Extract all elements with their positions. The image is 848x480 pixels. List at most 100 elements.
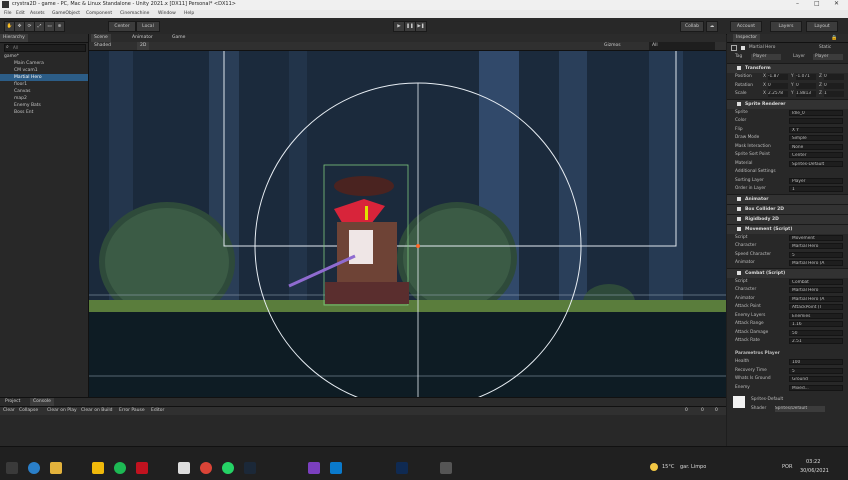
sorting-layer-field[interactable]: Player xyxy=(789,177,843,184)
sprite-renderer-field[interactable]: Center xyxy=(789,152,843,158)
object-name-field[interactable]: Martial Hero xyxy=(749,44,811,52)
tab-project[interactable]: Project xyxy=(2,398,23,406)
tag-dropdown[interactable]: Player xyxy=(751,54,781,60)
collab-button[interactable]: Collab xyxy=(680,21,704,32)
hierarchy-item[interactable]: Boss Ent xyxy=(0,109,88,116)
combat-field[interactable]: 1.16 xyxy=(789,321,843,327)
combat-field[interactable]: 2.51 xyxy=(789,338,843,344)
windows-start-icon[interactable] xyxy=(6,462,18,474)
component-3-header[interactable]: Movement (Script) xyxy=(727,223,848,234)
component-enable-checkbox[interactable] xyxy=(737,206,741,211)
clear-on-play-button[interactable]: Clear on Play xyxy=(44,407,80,415)
component-enable-checkbox[interactable] xyxy=(737,270,741,275)
layers-dropdown[interactable]: Layers xyxy=(770,21,802,32)
collapse-button[interactable]: Collapse xyxy=(16,407,41,415)
menu-component[interactable]: Component xyxy=(86,11,112,16)
tab-hierarchy[interactable]: Hierarchy xyxy=(0,34,28,42)
maximize-button[interactable]: □ xyxy=(814,0,820,7)
store-icon[interactable] xyxy=(178,462,190,474)
layer-dropdown[interactable]: Player xyxy=(813,54,843,60)
hierarchy-item[interactable]: game* xyxy=(0,53,88,60)
menu-gameobject[interactable]: GameObject xyxy=(52,11,80,16)
error-count[interactable]: 0 xyxy=(712,407,721,415)
material-header[interactable]: Sprites-Default xyxy=(727,396,848,408)
transform-x-field[interactable]: -1.87 xyxy=(768,74,788,80)
sprite-renderer-field[interactable]: Simple xyxy=(789,135,843,141)
transform-z-field[interactable]: 0 xyxy=(824,74,844,80)
combat-script-header[interactable]: Combat (Script) xyxy=(727,267,848,278)
spotify-icon[interactable] xyxy=(114,462,126,474)
hierarchy-item[interactable]: floor1 xyxy=(0,81,88,88)
transform-tool-button[interactable]: ⊕ xyxy=(54,21,65,32)
menu-help[interactable]: Help xyxy=(184,11,194,16)
component-enable-checkbox[interactable] xyxy=(737,66,741,70)
local-global-button[interactable]: Local xyxy=(136,21,160,32)
menu-file[interactable]: File xyxy=(4,11,12,16)
weather-desc[interactable]: gar. Limpo xyxy=(680,464,706,470)
transform-x-field[interactable]: 0 xyxy=(768,82,788,89)
combat-field[interactable]: Martial Hero (A xyxy=(789,295,843,302)
whatsapp-icon[interactable] xyxy=(222,462,234,474)
account-dropdown[interactable]: Account xyxy=(730,21,762,32)
clear-on-build-button[interactable]: Clear on Build xyxy=(78,407,116,415)
layout-dropdown[interactable]: Layout xyxy=(806,21,838,32)
movement-field[interactable]: Martial Hero xyxy=(789,243,843,249)
menu-window[interactable]: Window xyxy=(158,11,176,16)
hierarchy-item[interactable]: Canvas xyxy=(0,88,88,95)
sprite-renderer-header[interactable]: Sprite Renderer xyxy=(727,98,848,109)
photoshop-icon[interactable] xyxy=(396,462,408,474)
cloud-icon[interactable]: ☁ xyxy=(706,21,718,32)
tab-inspector[interactable]: Inspector xyxy=(733,34,760,42)
sprite-renderer-field[interactable]: Sprites-Default xyxy=(789,160,843,167)
component-2-header[interactable]: Rigidbody 2D xyxy=(727,213,848,224)
clock-time[interactable]: 03:22 xyxy=(806,459,820,465)
params-field[interactable]: Ground xyxy=(789,376,843,382)
tab-game[interactable]: Game xyxy=(169,34,188,42)
static-toggle[interactable]: Static xyxy=(819,44,831,52)
component-enable-checkbox[interactable] xyxy=(737,226,741,231)
minimize-button[interactable]: – xyxy=(796,0,799,7)
component-0-header[interactable]: Animator xyxy=(727,193,848,204)
order-in-layer-field[interactable]: 1 xyxy=(789,186,843,192)
sprite-renderer-field[interactable]: X Y xyxy=(789,126,843,133)
combat-field[interactable]: 50 xyxy=(789,329,843,336)
transform-y-field[interactable]: 1.8813 xyxy=(796,91,816,97)
netflix-icon[interactable] xyxy=(136,462,148,474)
tab-animator[interactable]: Animator xyxy=(129,34,156,42)
info-count[interactable]: 0 xyxy=(682,407,691,415)
sprite-renderer-field[interactable] xyxy=(789,118,843,124)
component-enable-checkbox[interactable] xyxy=(737,101,741,106)
shading-mode-dropdown[interactable]: Shaded xyxy=(91,42,114,50)
movement-field[interactable]: 5 xyxy=(789,251,843,258)
weather-temp[interactable]: 15°C xyxy=(662,464,674,470)
edge-icon[interactable] xyxy=(28,462,40,474)
params-field[interactable]: 100 xyxy=(789,359,843,365)
hierarchy-item[interactable]: Martial Hero xyxy=(0,74,88,81)
menu-cinemachine[interactable]: Cinemachine xyxy=(120,11,149,16)
warning-count[interactable]: 0 xyxy=(698,407,707,415)
transform-y-field[interactable]: 0 xyxy=(796,82,816,89)
hierarchy-item[interactable]: Enemy Bats xyxy=(0,102,88,109)
combat-field[interactable]: Martial Hero xyxy=(789,287,843,293)
lock-icon[interactable]: 🔒 xyxy=(831,35,837,41)
transform-y-field[interactable]: -1.071 xyxy=(796,74,816,80)
binance-icon[interactable] xyxy=(92,462,104,474)
transform-header[interactable]: Transform xyxy=(727,63,848,73)
input-language[interactable]: POR xyxy=(782,464,792,470)
transform-x-field[interactable]: 2.2578 xyxy=(768,91,788,97)
movement-field[interactable]: Movement xyxy=(789,234,843,241)
vscode-icon[interactable] xyxy=(330,462,342,474)
close-button[interactable]: ✕ xyxy=(834,0,839,7)
explorer-icon[interactable] xyxy=(50,462,62,474)
hierarchy-search-input[interactable]: ⌕ All xyxy=(4,44,86,52)
2d-toggle-button[interactable]: 2D xyxy=(137,42,150,50)
hierarchy-item[interactable]: map2 xyxy=(0,95,88,102)
component-1-header[interactable]: Box Collider 2D xyxy=(727,203,848,214)
hierarchy-item[interactable]: CM vcam1 xyxy=(0,67,88,74)
step-button[interactable]: ▶❚ xyxy=(415,21,427,32)
tab-console[interactable]: Console xyxy=(30,398,54,406)
pivot-center-button[interactable]: Center xyxy=(108,21,136,32)
params-field[interactable]: 5 xyxy=(789,367,843,374)
transform-z-field[interactable]: 0 xyxy=(824,82,844,89)
visual-studio-icon[interactable] xyxy=(308,462,320,474)
